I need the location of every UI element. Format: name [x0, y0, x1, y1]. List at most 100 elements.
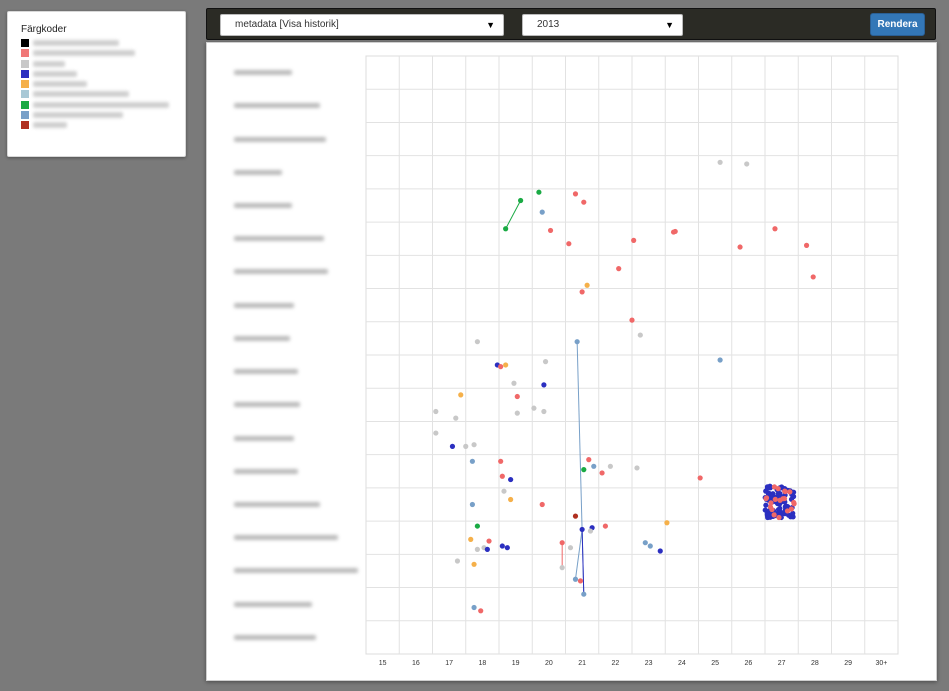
cluster-point [782, 488, 788, 495]
data-point [566, 241, 572, 247]
legend-item [21, 110, 185, 120]
data-point [579, 526, 585, 533]
data-point [471, 561, 477, 567]
legend-panel: Färgkoder [7, 11, 186, 157]
data-point [672, 228, 678, 235]
data-point [469, 501, 475, 508]
x-tick-label: 27 [778, 660, 786, 667]
data-point [541, 382, 547, 388]
legend-label-redacted [33, 91, 129, 98]
data-point [744, 161, 750, 167]
data-point [629, 317, 635, 323]
scatter-chart: 15 16 17 18 19 20 21 22 23 24 25 26 27 28 29 30+ [365, 55, 899, 667]
legend-items [21, 38, 185, 130]
cluster-point [763, 502, 769, 508]
data-point [581, 467, 587, 473]
data-point [539, 209, 545, 215]
toolbar: metadata [Visa historik] ▼ 2013 ▼ Render… [206, 8, 936, 40]
legend-item [21, 100, 185, 110]
legend-swatch [21, 49, 29, 58]
x-tick-label: 20 [545, 660, 553, 667]
data-point [453, 415, 459, 421]
source-select-value: metadata [Visa historik] [235, 19, 339, 30]
legend-label-redacted [33, 101, 169, 108]
data-point [501, 488, 507, 494]
data-point [717, 159, 723, 165]
cluster-point [771, 512, 777, 518]
data-point [737, 244, 743, 250]
cluster-point [769, 506, 775, 513]
legend-item [21, 120, 185, 130]
cluster-point [780, 496, 786, 502]
data-point [469, 458, 475, 464]
data-point [572, 576, 579, 582]
data-point [634, 465, 640, 471]
x-tick-label: 22 [611, 660, 619, 667]
data-point [474, 339, 480, 345]
data-point [531, 405, 537, 411]
x-tick-label: 21 [578, 660, 586, 667]
cluster-point [788, 506, 795, 512]
legend-item [21, 69, 185, 79]
data-point [514, 410, 520, 416]
data-point [508, 496, 514, 503]
data-point [536, 189, 542, 195]
data-point [664, 520, 670, 526]
year-select-value: 2013 [537, 19, 560, 30]
x-tick-label: 28 [811, 660, 819, 667]
legend-item [21, 79, 185, 89]
legend-label-redacted [33, 60, 65, 67]
cluster-point [771, 484, 778, 490]
data-point [581, 591, 587, 597]
data-point [657, 548, 663, 554]
data-point [810, 274, 816, 280]
cluster-point [791, 499, 797, 506]
data-point [616, 266, 622, 272]
render-button[interactable]: Rendera [870, 13, 925, 36]
legend-swatch [21, 59, 29, 68]
x-tick-label: 23 [645, 660, 653, 667]
data-point [697, 475, 703, 481]
data-point [499, 543, 505, 549]
legend-title: Färgkoder [21, 24, 67, 35]
data-point [463, 443, 469, 449]
data-point [581, 199, 587, 205]
data-point [484, 546, 490, 552]
data-point [772, 226, 778, 232]
legend-label-redacted [33, 81, 87, 88]
cluster-point [783, 503, 790, 510]
data-point [478, 608, 484, 614]
x-tick-label: 16 [412, 660, 420, 667]
legend-swatch [21, 39, 29, 47]
source-select[interactable]: metadata [Visa historik] ▼ [220, 14, 504, 36]
x-tick-label: 18 [478, 660, 486, 667]
data-point [584, 282, 590, 288]
legend-label-redacted [33, 122, 67, 129]
legend-swatch [21, 111, 29, 120]
legend-item [21, 48, 185, 58]
x-tick-label: 24 [678, 660, 686, 667]
data-point [503, 226, 509, 232]
data-point [474, 523, 480, 529]
data-point [433, 408, 439, 415]
x-tick-label: 15 [379, 660, 387, 667]
data-point [499, 473, 505, 479]
legend-swatch [21, 69, 29, 78]
legend-swatch [21, 90, 29, 99]
cluster-point [765, 512, 772, 518]
cluster-point [777, 505, 783, 512]
data-point [587, 528, 594, 534]
cluster-point [764, 485, 771, 491]
data-point [607, 463, 613, 469]
data-point [642, 540, 648, 546]
data-point [539, 501, 545, 508]
data-point [508, 476, 514, 483]
data-point [468, 536, 474, 542]
data-point [471, 604, 477, 611]
cluster-point [772, 496, 778, 502]
x-tick-label: 30+ [875, 660, 887, 667]
x-tick-label: 25 [711, 660, 719, 667]
year-select[interactable]: 2013 ▼ [522, 14, 683, 36]
legend-swatch [21, 121, 29, 130]
legend-swatch [21, 80, 29, 89]
